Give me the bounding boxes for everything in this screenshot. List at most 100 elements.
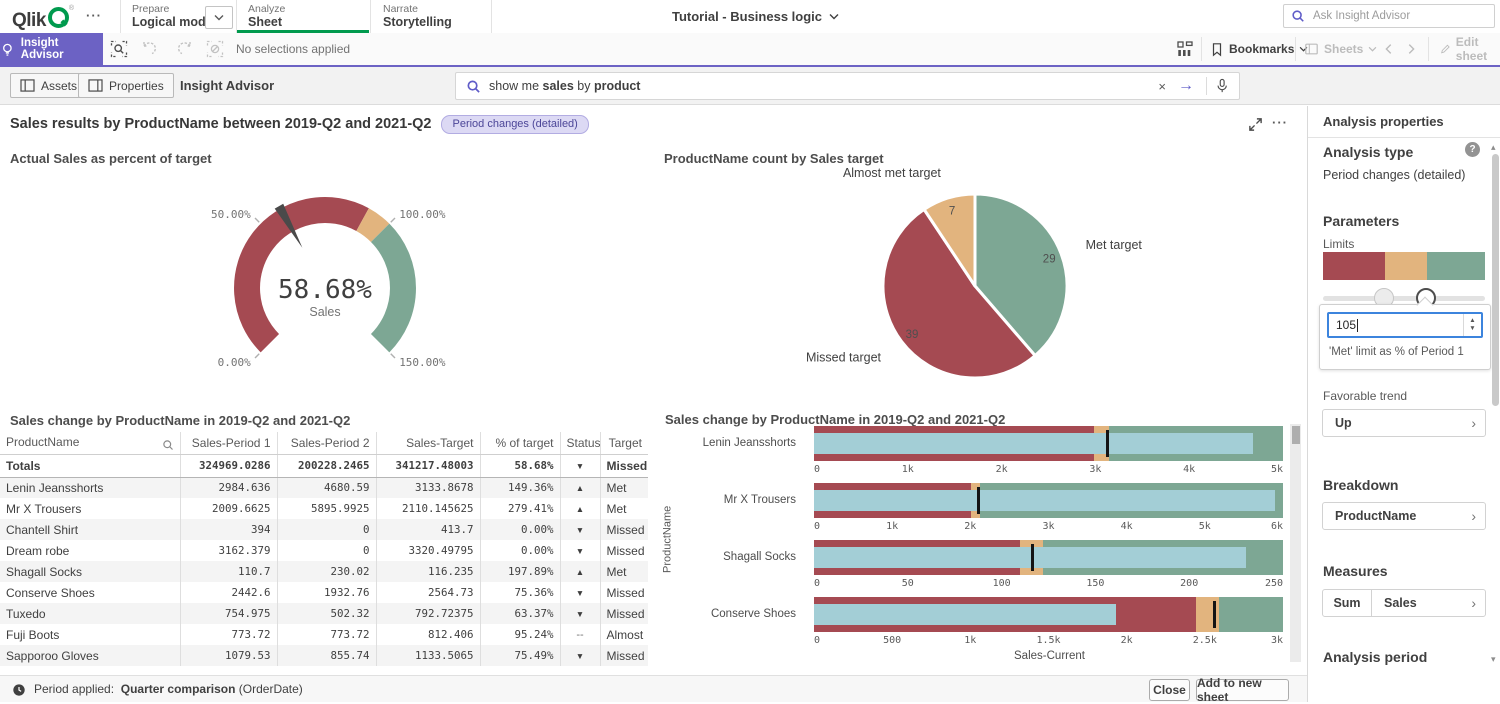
- scroll-down-icon[interactable]: ▾: [1491, 654, 1496, 665]
- limits-color-band: [1323, 252, 1485, 280]
- close-button[interactable]: Close: [1149, 679, 1190, 701]
- ask-insight-advisor-search[interactable]: [1283, 4, 1495, 28]
- pie-slice-label: Met target: [1086, 238, 1143, 252]
- logical-model-dropdown[interactable]: [205, 6, 233, 29]
- table-row[interactable]: Tuxedo754.975502.32792.7237563.37%▼Misse…: [0, 603, 648, 624]
- insight-advisor-button[interactable]: Insight Advisor: [0, 33, 103, 65]
- bullet-row[interactable]: Lenin Jeansshorts01k2k3k4k5k: [678, 426, 1283, 477]
- scroll-up-icon[interactable]: ▴: [1491, 142, 1496, 153]
- pie-chart[interactable]: 29Met target39Missed target7Almost met t…: [700, 158, 1260, 410]
- axis-tick-label: 4k: [1183, 464, 1195, 475]
- table-row[interactable]: Chantell Shirt3940413.70.00%▼Missed: [0, 519, 648, 540]
- column-header[interactable]: Sales-Period 1: [180, 432, 277, 454]
- bullet-plot: [814, 426, 1283, 461]
- clear-query-icon[interactable]: ×: [1158, 79, 1166, 94]
- met-limit-input[interactable]: 105 ▲▼: [1327, 312, 1483, 338]
- global-menu-icon[interactable]: ···: [86, 8, 102, 23]
- pie-value-label: 29: [1043, 253, 1056, 265]
- assets-panel-icon: [20, 79, 35, 92]
- chart-scrollbar[interactable]: [1290, 424, 1301, 662]
- search-icon[interactable]: [162, 439, 174, 451]
- microphone-icon[interactable]: [1215, 78, 1229, 94]
- gauge-chart[interactable]: 0.00%50.00%100.00%150.00%58.68%Sales: [90, 166, 570, 401]
- limit-band-green: [1427, 252, 1485, 280]
- breakdown-heading: Breakdown: [1323, 477, 1398, 493]
- chart-menu-icon[interactable]: ···: [1272, 115, 1288, 130]
- help-icon[interactable]: ?: [1465, 142, 1480, 157]
- measure-bar[interactable]: [814, 490, 1275, 511]
- app-title-dropdown[interactable]: Tutorial - Business logic: [672, 0, 839, 33]
- breakdown-button[interactable]: ProductName›: [1322, 502, 1486, 530]
- insight-query-text[interactable]: show me sales by product: [489, 77, 1150, 95]
- edit-sheet-button[interactable]: Edit sheet: [1440, 33, 1500, 65]
- measure-aggregation: Sum: [1323, 590, 1372, 616]
- status-cell: --: [560, 624, 600, 645]
- add-to-new-sheet-button[interactable]: Add to new sheet: [1196, 679, 1289, 701]
- table-title: Sales change by ProductName in 2019-Q2 a…: [10, 413, 350, 428]
- favorable-trend-button[interactable]: Up›: [1322, 409, 1486, 437]
- bookmarks-button[interactable]: Bookmarks: [1210, 33, 1308, 65]
- bullet-row-label: Shagall Socks: [678, 540, 805, 575]
- table-row[interactable]: Dream robe3162.37903320.497950.00%▼Misse…: [0, 540, 648, 561]
- app-header: Qlik® ··· Prepare Logical model Analyze …: [0, 0, 1500, 34]
- stepper-buttons[interactable]: ▲▼: [1463, 314, 1481, 336]
- redo-selection-icon[interactable]: [174, 40, 192, 58]
- slider-track[interactable]: [1323, 296, 1485, 301]
- pie-slice-label: Almost met target: [843, 166, 941, 180]
- table-row[interactable]: Mr X Trousers2009.66255895.99252110.1456…: [0, 498, 648, 519]
- target-cell: Missed: [600, 519, 648, 540]
- insight-query-bar[interactable]: show me sales by product × →: [455, 72, 1240, 100]
- panel-scrollbar[interactable]: [1492, 154, 1499, 406]
- pencil-icon: [1440, 42, 1451, 56]
- assets-button[interactable]: Assets: [10, 73, 87, 98]
- axis-tick-label: 3k: [1042, 521, 1054, 532]
- axis-tick-label: 5k: [1271, 464, 1283, 475]
- table-row[interactable]: Shagall Socks110.7230.02116.235197.89%▲M…: [0, 561, 648, 582]
- properties-button[interactable]: Properties: [78, 73, 174, 98]
- measure-button[interactable]: Sum Sales›: [1322, 589, 1486, 617]
- gauge-tick-label: 100.00%: [399, 208, 446, 221]
- analysis-type-badge[interactable]: Period changes (detailed): [441, 115, 588, 134]
- expand-icon[interactable]: [1248, 117, 1263, 132]
- previous-sheet-icon[interactable]: [1382, 42, 1396, 56]
- parameters-heading: Parameters: [1323, 213, 1399, 229]
- smart-search-icon[interactable]: [110, 40, 128, 58]
- column-header[interactable]: % of target: [480, 432, 560, 454]
- column-header[interactable]: Sales-Target: [376, 432, 480, 454]
- measure-bar[interactable]: [814, 604, 1116, 625]
- next-sheet-icon[interactable]: [1404, 42, 1418, 56]
- target-cell: Missed: [600, 454, 648, 477]
- sales-change-table[interactable]: ProductNameSales-Period 1Sales-Period 2S…: [0, 432, 650, 668]
- axis-tick-label: 1.5k: [1036, 635, 1060, 646]
- table-row[interactable]: Sapporoo Gloves1079.53855.741133.506575.…: [0, 645, 648, 666]
- column-header[interactable]: ProductName: [0, 432, 180, 454]
- bullet-axis: 01k2k3k4k5k: [814, 463, 1283, 477]
- column-header[interactable]: Sales-Period 2: [277, 432, 376, 454]
- chevron-right-icon: ›: [1471, 508, 1485, 524]
- measure-bar[interactable]: [814, 433, 1253, 454]
- table-row[interactable]: Fuji Boots773.72773.72812.40695.24%--Alm…: [0, 624, 648, 645]
- bullet-row[interactable]: Conserve Shoes05001k1.5k2k2.5k3k: [678, 597, 1283, 648]
- divider: [1206, 77, 1207, 95]
- undo-selection-icon[interactable]: [142, 40, 160, 58]
- product-name-cell: Lenin Jeansshorts: [0, 477, 180, 498]
- target-cell: Missed: [600, 603, 648, 624]
- column-header[interactable]: Status: [560, 432, 600, 454]
- bullet-row[interactable]: Mr X Trousers01k2k3k4k5k6k: [678, 483, 1283, 534]
- axis-tick-label: 3k: [1271, 635, 1283, 646]
- clear-selections-icon[interactable]: [206, 40, 224, 58]
- column-header[interactable]: Target: [600, 432, 648, 454]
- bullet-row-label: Mr X Trousers: [678, 483, 805, 518]
- target-cell: Missed: [600, 540, 648, 561]
- ask-insight-advisor-input[interactable]: [1311, 9, 1487, 23]
- bullet-row[interactable]: Shagall Socks050100150200250: [678, 540, 1283, 591]
- submit-query-icon[interactable]: →: [1178, 77, 1194, 95]
- sheets-button[interactable]: Sheets: [1304, 33, 1377, 65]
- product-name-cell: Chantell Shirt: [0, 519, 180, 540]
- analysis-type-heading: Analysis type: [1323, 144, 1413, 160]
- bullet-chart[interactable]: Sales change by ProductName in 2019-Q2 a…: [660, 404, 1307, 676]
- insights-grid-icon[interactable]: [1176, 40, 1194, 58]
- table-row[interactable]: Lenin Jeansshorts2984.6364680.593133.867…: [0, 477, 648, 498]
- gauge-caption: Sales: [309, 305, 340, 319]
- table-row[interactable]: Conserve Shoes2442.61932.762564.7375.36%…: [0, 582, 648, 603]
